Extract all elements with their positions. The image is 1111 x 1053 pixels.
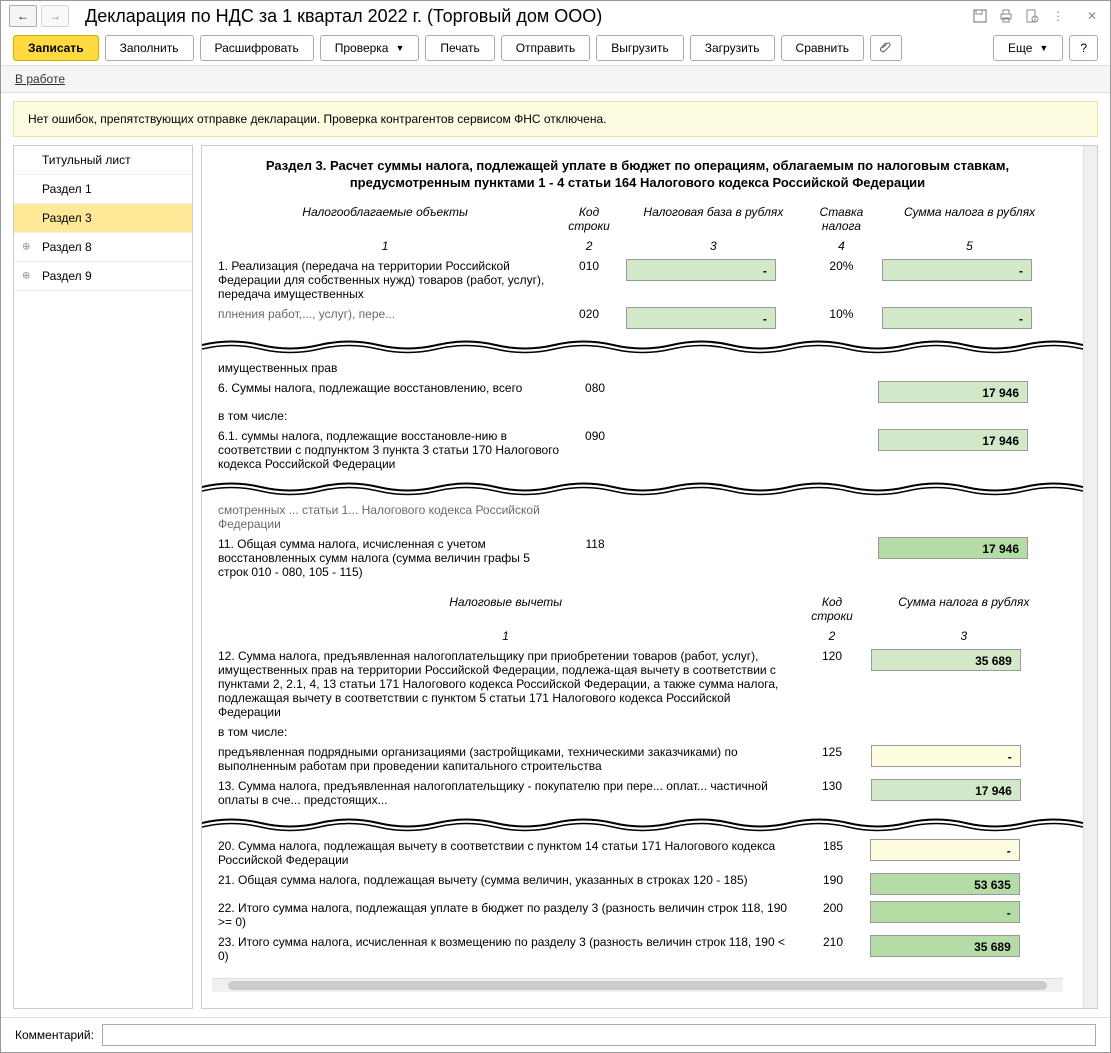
sidebar-item-title-page[interactable]: Титульный лист bbox=[14, 146, 192, 175]
content-pane: Раздел 3. Расчет суммы налога, подлежаще… bbox=[201, 145, 1098, 1009]
field-010-base[interactable]: - bbox=[626, 259, 776, 281]
field-118-tax[interactable]: 17 946 bbox=[878, 537, 1028, 559]
header-table-1: Налогооблагаемые объекты Код строки Нало… bbox=[212, 202, 1063, 332]
more-button[interactable]: Еще▼ bbox=[993, 35, 1063, 61]
row-185: 20. Сумма налога, подлежащая вычету в со… bbox=[212, 836, 1063, 870]
footer: Комментарий: bbox=[1, 1017, 1110, 1052]
row-210: 23. Итого сумма налога, исчисленная к во… bbox=[212, 932, 1063, 966]
decode-button[interactable]: Расшифровать bbox=[200, 35, 314, 61]
sidebar-item-section8[interactable]: ⊕Раздел 8 bbox=[14, 233, 192, 262]
field-185-tax[interactable]: - bbox=[870, 839, 1020, 861]
vertical-scrollbar[interactable] bbox=[1083, 146, 1097, 1008]
torn-divider bbox=[202, 478, 1083, 496]
print-icon[interactable] bbox=[996, 6, 1016, 26]
field-130-tax[interactable]: 17 946 bbox=[871, 779, 1021, 801]
scrollbar-thumb[interactable] bbox=[228, 981, 1047, 990]
row-080: 6. Суммы налога, подлежащие восстановлен… bbox=[212, 378, 1063, 406]
field-190-tax[interactable]: 53 635 bbox=[870, 873, 1020, 895]
row-020-fragment: плнения работ,..., услуг), пере... 020 -… bbox=[212, 304, 1063, 332]
status-bar: В работе bbox=[1, 65, 1110, 93]
load-button[interactable]: Загрузить bbox=[690, 35, 775, 61]
row-120: 12. Сумма налога, предъявленная налогопл… bbox=[212, 646, 1063, 722]
save-icon[interactable] bbox=[970, 6, 990, 26]
field-090-tax[interactable]: 17 946 bbox=[878, 429, 1028, 451]
form-content[interactable]: Раздел 3. Расчет суммы налога, подлежаще… bbox=[202, 146, 1083, 1008]
sidebar-item-section9[interactable]: ⊕Раздел 9 bbox=[14, 262, 192, 291]
close-icon[interactable]: ✕ bbox=[1082, 6, 1102, 26]
rows-table-4: 20. Сумма налога, подлежащая вычету в со… bbox=[212, 836, 1063, 966]
comment-label: Комментарий: bbox=[15, 1028, 94, 1042]
info-banner: Нет ошибок, препятствующих отправке декл… bbox=[13, 101, 1098, 137]
back-button[interactable]: ← bbox=[9, 5, 37, 27]
sidebar-item-section1[interactable]: Раздел 1 bbox=[14, 175, 192, 204]
horizontal-scrollbar[interactable] bbox=[212, 978, 1063, 992]
print-button[interactable]: Печать bbox=[425, 35, 494, 61]
row-010: 1. Реализация (передача на территории Ро… bbox=[212, 256, 1063, 304]
window-title: Декларация по НДС за 1 квартал 2022 г. (… bbox=[85, 6, 966, 27]
header-table-2: Налоговые вычеты Код строки Сумма налога… bbox=[212, 592, 1063, 810]
send-button[interactable]: Отправить bbox=[501, 35, 591, 61]
field-020-base[interactable]: - bbox=[626, 307, 776, 329]
section-title: Раздел 3. Расчет суммы налога, подлежаще… bbox=[212, 158, 1063, 192]
expand-icon[interactable]: ⊕ bbox=[22, 271, 30, 282]
field-125-tax[interactable]: - bbox=[871, 745, 1021, 767]
check-button[interactable]: Проверка▼ bbox=[320, 35, 420, 61]
preview-icon[interactable] bbox=[1022, 6, 1042, 26]
row-130: 13. Сумма налога, предъявленная налогопл… bbox=[212, 776, 1063, 810]
forward-button[interactable]: → bbox=[41, 5, 69, 27]
upload-button[interactable]: Выгрузить bbox=[596, 35, 684, 61]
chevron-down-icon: ▼ bbox=[395, 43, 404, 53]
field-200-tax[interactable]: - bbox=[870, 901, 1020, 923]
row-125: предъявленная подрядными организациями (… bbox=[212, 742, 1063, 776]
torn-divider bbox=[202, 814, 1083, 832]
row-090: 6.1. суммы налога, подлежащие восстановл… bbox=[212, 426, 1063, 474]
menu-icon[interactable]: ⋮ bbox=[1048, 6, 1068, 26]
help-button[interactable]: ? bbox=[1069, 35, 1098, 61]
chevron-down-icon: ▼ bbox=[1039, 43, 1048, 53]
paperclip-icon bbox=[879, 41, 893, 55]
torn-divider bbox=[202, 336, 1083, 354]
attach-button[interactable] bbox=[870, 35, 902, 61]
sidebar-item-section3[interactable]: Раздел 3 bbox=[14, 204, 192, 233]
field-210-tax[interactable]: 35 689 bbox=[870, 935, 1020, 957]
row-190: 21. Общая сумма налога, подлежащая вычет… bbox=[212, 870, 1063, 898]
status-link[interactable]: В работе bbox=[15, 72, 65, 86]
comment-input[interactable] bbox=[102, 1024, 1096, 1046]
row-200: 22. Итого сумма налога, подлежащая уплат… bbox=[212, 898, 1063, 932]
save-button[interactable]: Записать bbox=[13, 35, 99, 61]
field-080-tax[interactable]: 17 946 bbox=[878, 381, 1028, 403]
row-118: 11. Общая сумма налога, исчисленная с уч… bbox=[212, 534, 1063, 582]
toolbar: Записать Заполнить Расшифровать Проверка… bbox=[1, 31, 1110, 65]
sidebar: Титульный лист Раздел 1 Раздел 3 ⊕Раздел… bbox=[13, 145, 193, 1009]
field-020-tax[interactable]: - bbox=[882, 307, 1032, 329]
compare-button[interactable]: Сравнить bbox=[781, 35, 864, 61]
titlebar: ← → Декларация по НДС за 1 квартал 2022 … bbox=[1, 1, 1110, 31]
field-010-tax[interactable]: - bbox=[882, 259, 1032, 281]
expand-icon[interactable]: ⊕ bbox=[22, 242, 30, 253]
rows-table-3: смотренных ... статьи 1... Налогового ко… bbox=[212, 500, 1063, 582]
field-120-tax[interactable]: 35 689 bbox=[871, 649, 1021, 671]
rows-table-2: имущественных прав 6. Суммы налога, подл… bbox=[212, 358, 1063, 474]
fill-button[interactable]: Заполнить bbox=[105, 35, 194, 61]
app-window: ← → Декларация по НДС за 1 квартал 2022 … bbox=[0, 0, 1111, 1053]
